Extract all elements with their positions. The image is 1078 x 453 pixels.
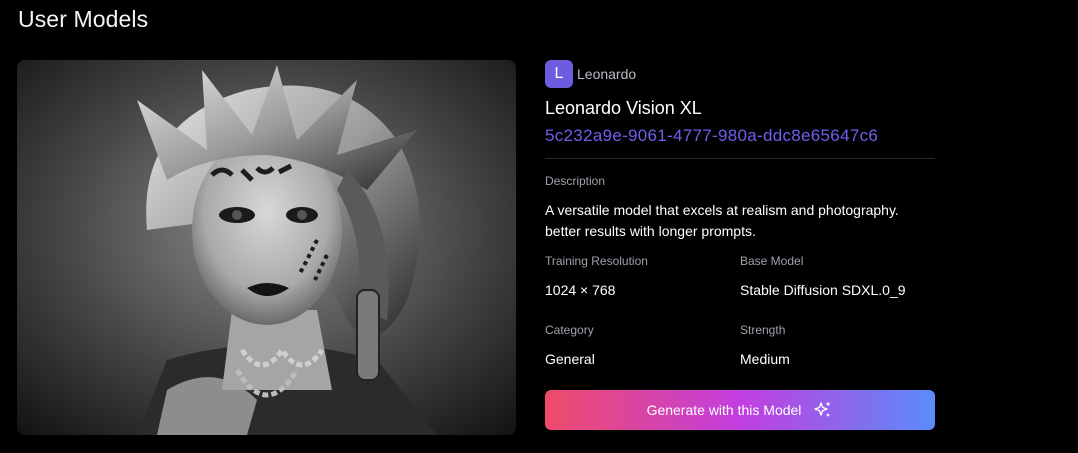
generate-with-model-button[interactable]: Generate with this Model <box>545 390 935 430</box>
category-label: Category <box>545 323 594 337</box>
divider <box>545 158 935 159</box>
page-title: User Models <box>18 6 149 32</box>
generate-button-label: Generate with this Model <box>646 402 802 418</box>
base-model-value: Stable Diffusion SDXL.0_9 <box>740 282 906 298</box>
user-models-page: User Models L Leonardo Leonardo Vision X… <box>0 0 1078 453</box>
strength-value: Medium <box>740 351 790 367</box>
model-owner[interactable]: L Leonardo <box>545 60 935 88</box>
owner-name[interactable]: Leonardo <box>577 66 636 82</box>
model-details-panel: L Leonardo Leonardo Vision XL 5c232a9e-9… <box>545 60 935 369</box>
owner-avatar: L <box>545 60 573 88</box>
model-name: Leonardo Vision XL <box>545 98 702 118</box>
model-id[interactable]: 5c232a9e-9061-4777-980a-ddc8e65647c6 <box>545 124 935 148</box>
model-preview-image[interactable] <box>17 60 516 435</box>
strength-label: Strength <box>740 323 786 337</box>
training-resolution-label: Training Resolution <box>545 254 648 268</box>
training-resolution: Training Resolution 1024 × 768 <box>545 254 740 300</box>
base-model: Base Model Stable Diffusion SDXL.0_9 <box>740 254 935 300</box>
category: Category General <box>545 323 740 369</box>
strength: Strength Medium <box>740 323 935 369</box>
preview-image <box>17 60 516 435</box>
description-label: Description <box>545 174 606 188</box>
training-resolution-value: 1024 × 768 <box>545 282 616 298</box>
sparkles-icon <box>813 400 833 420</box>
base-model-label: Base Model <box>740 254 804 268</box>
category-value: General <box>545 351 595 367</box>
model-attributes: Training Resolution 1024 × 768 Base Mode… <box>545 254 935 369</box>
description-text: A versatile model that excels at realism… <box>545 202 899 239</box>
